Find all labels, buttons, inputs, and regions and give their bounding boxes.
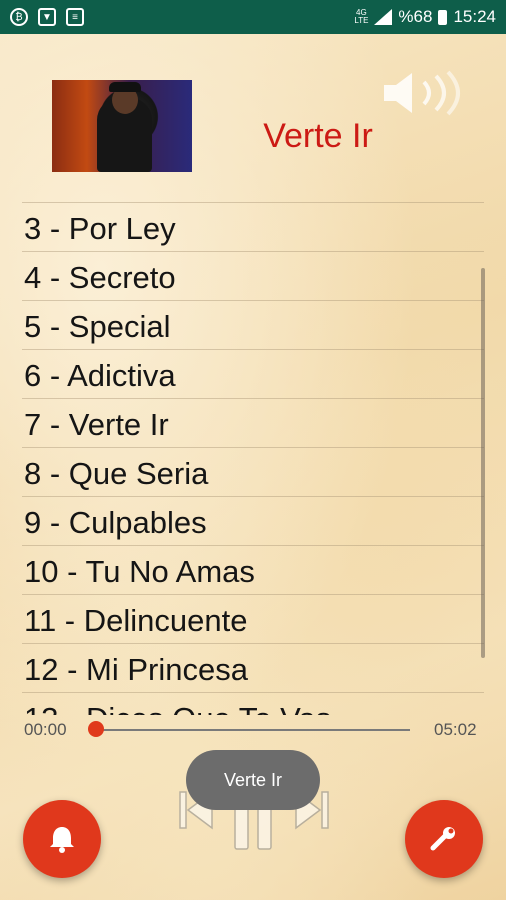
settings-button[interactable]	[405, 800, 483, 878]
list-item[interactable]: 11 - Delincuente	[22, 595, 484, 644]
list-scrollbar[interactable]	[481, 268, 485, 658]
notification-icons: ₿ ▼ ≡	[10, 8, 84, 26]
system-icons: 4G LTE %68 15:24	[354, 7, 496, 27]
duration-time: 05:02	[434, 720, 477, 739]
seek-thumb[interactable]	[88, 721, 104, 737]
alarm-button[interactable]	[23, 800, 101, 878]
pause-icon[interactable]	[232, 805, 274, 851]
now-playing-title: Verte Ir	[263, 117, 373, 155]
clock: 15:24	[453, 7, 496, 26]
bell-icon	[50, 827, 74, 853]
list-item[interactable]: 13 - Dices Que Te Vas	[22, 693, 484, 715]
bitcoin-icon: ₿	[10, 8, 28, 26]
battery-percent: %68	[398, 7, 433, 26]
battery-icon	[438, 9, 448, 25]
shield-icon: ▼	[38, 8, 56, 26]
list-item[interactable]: 10 - Tu No Amas	[22, 546, 484, 595]
network-type: 4G LTE	[354, 8, 369, 25]
list-item[interactable]: 6 - Adictiva	[22, 350, 484, 399]
list-item[interactable]: 5 - Special	[22, 301, 484, 350]
list-item[interactable]: 3 - Por Ley	[22, 203, 484, 252]
toast-message: Verte Ir	[186, 750, 320, 810]
signal-icon	[374, 9, 393, 25]
list-item[interactable]: 12 - Mi Princesa	[22, 644, 484, 693]
list-item[interactable]: 9 - Culpables	[22, 497, 484, 546]
album-cover	[52, 80, 192, 172]
status-bar: ₿ ▼ ≡ 4G LTE %68 15:24	[0, 0, 506, 34]
list-item[interactable]: 4 - Secreto	[22, 252, 484, 301]
elapsed-time: 00:00	[24, 720, 67, 739]
wrench-icon	[430, 827, 455, 851]
list-item[interactable]: 8 - Que Seria	[22, 448, 484, 497]
seek-bar[interactable]	[98, 729, 410, 731]
volume-icon[interactable]	[380, 70, 466, 116]
list-item[interactable]: 7 - Verte Ir	[22, 399, 484, 448]
mail-icon: ≡	[66, 8, 84, 26]
track-list[interactable]: 3 - Por Ley 4 - Secreto 5 - Special 6 - …	[22, 202, 484, 715]
